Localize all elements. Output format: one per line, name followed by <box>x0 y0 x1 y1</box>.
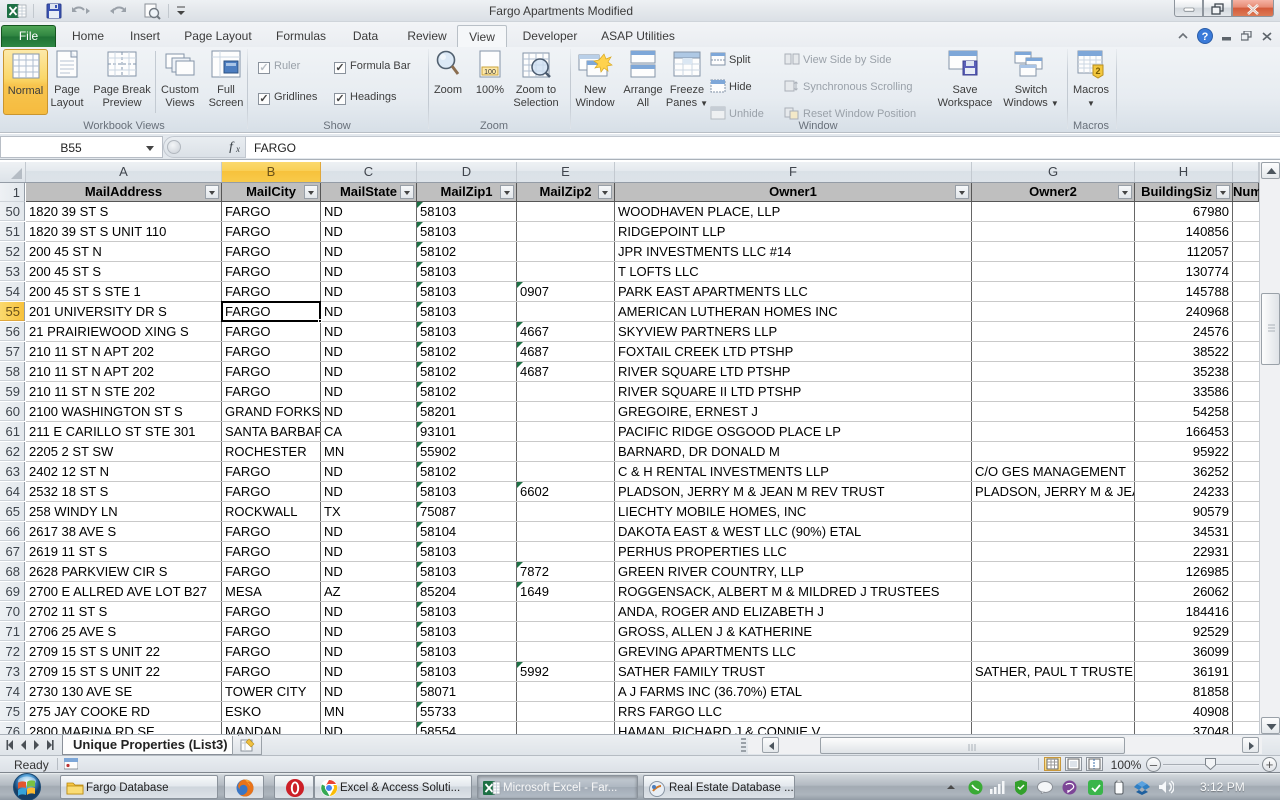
svg-text:f: f <box>229 140 235 153</box>
svg-text:2: 2 <box>1095 66 1100 76</box>
svg-text:?: ? <box>1202 31 1209 43</box>
svg-text:100: 100 <box>484 69 496 76</box>
svg-text:x: x <box>235 144 240 153</box>
